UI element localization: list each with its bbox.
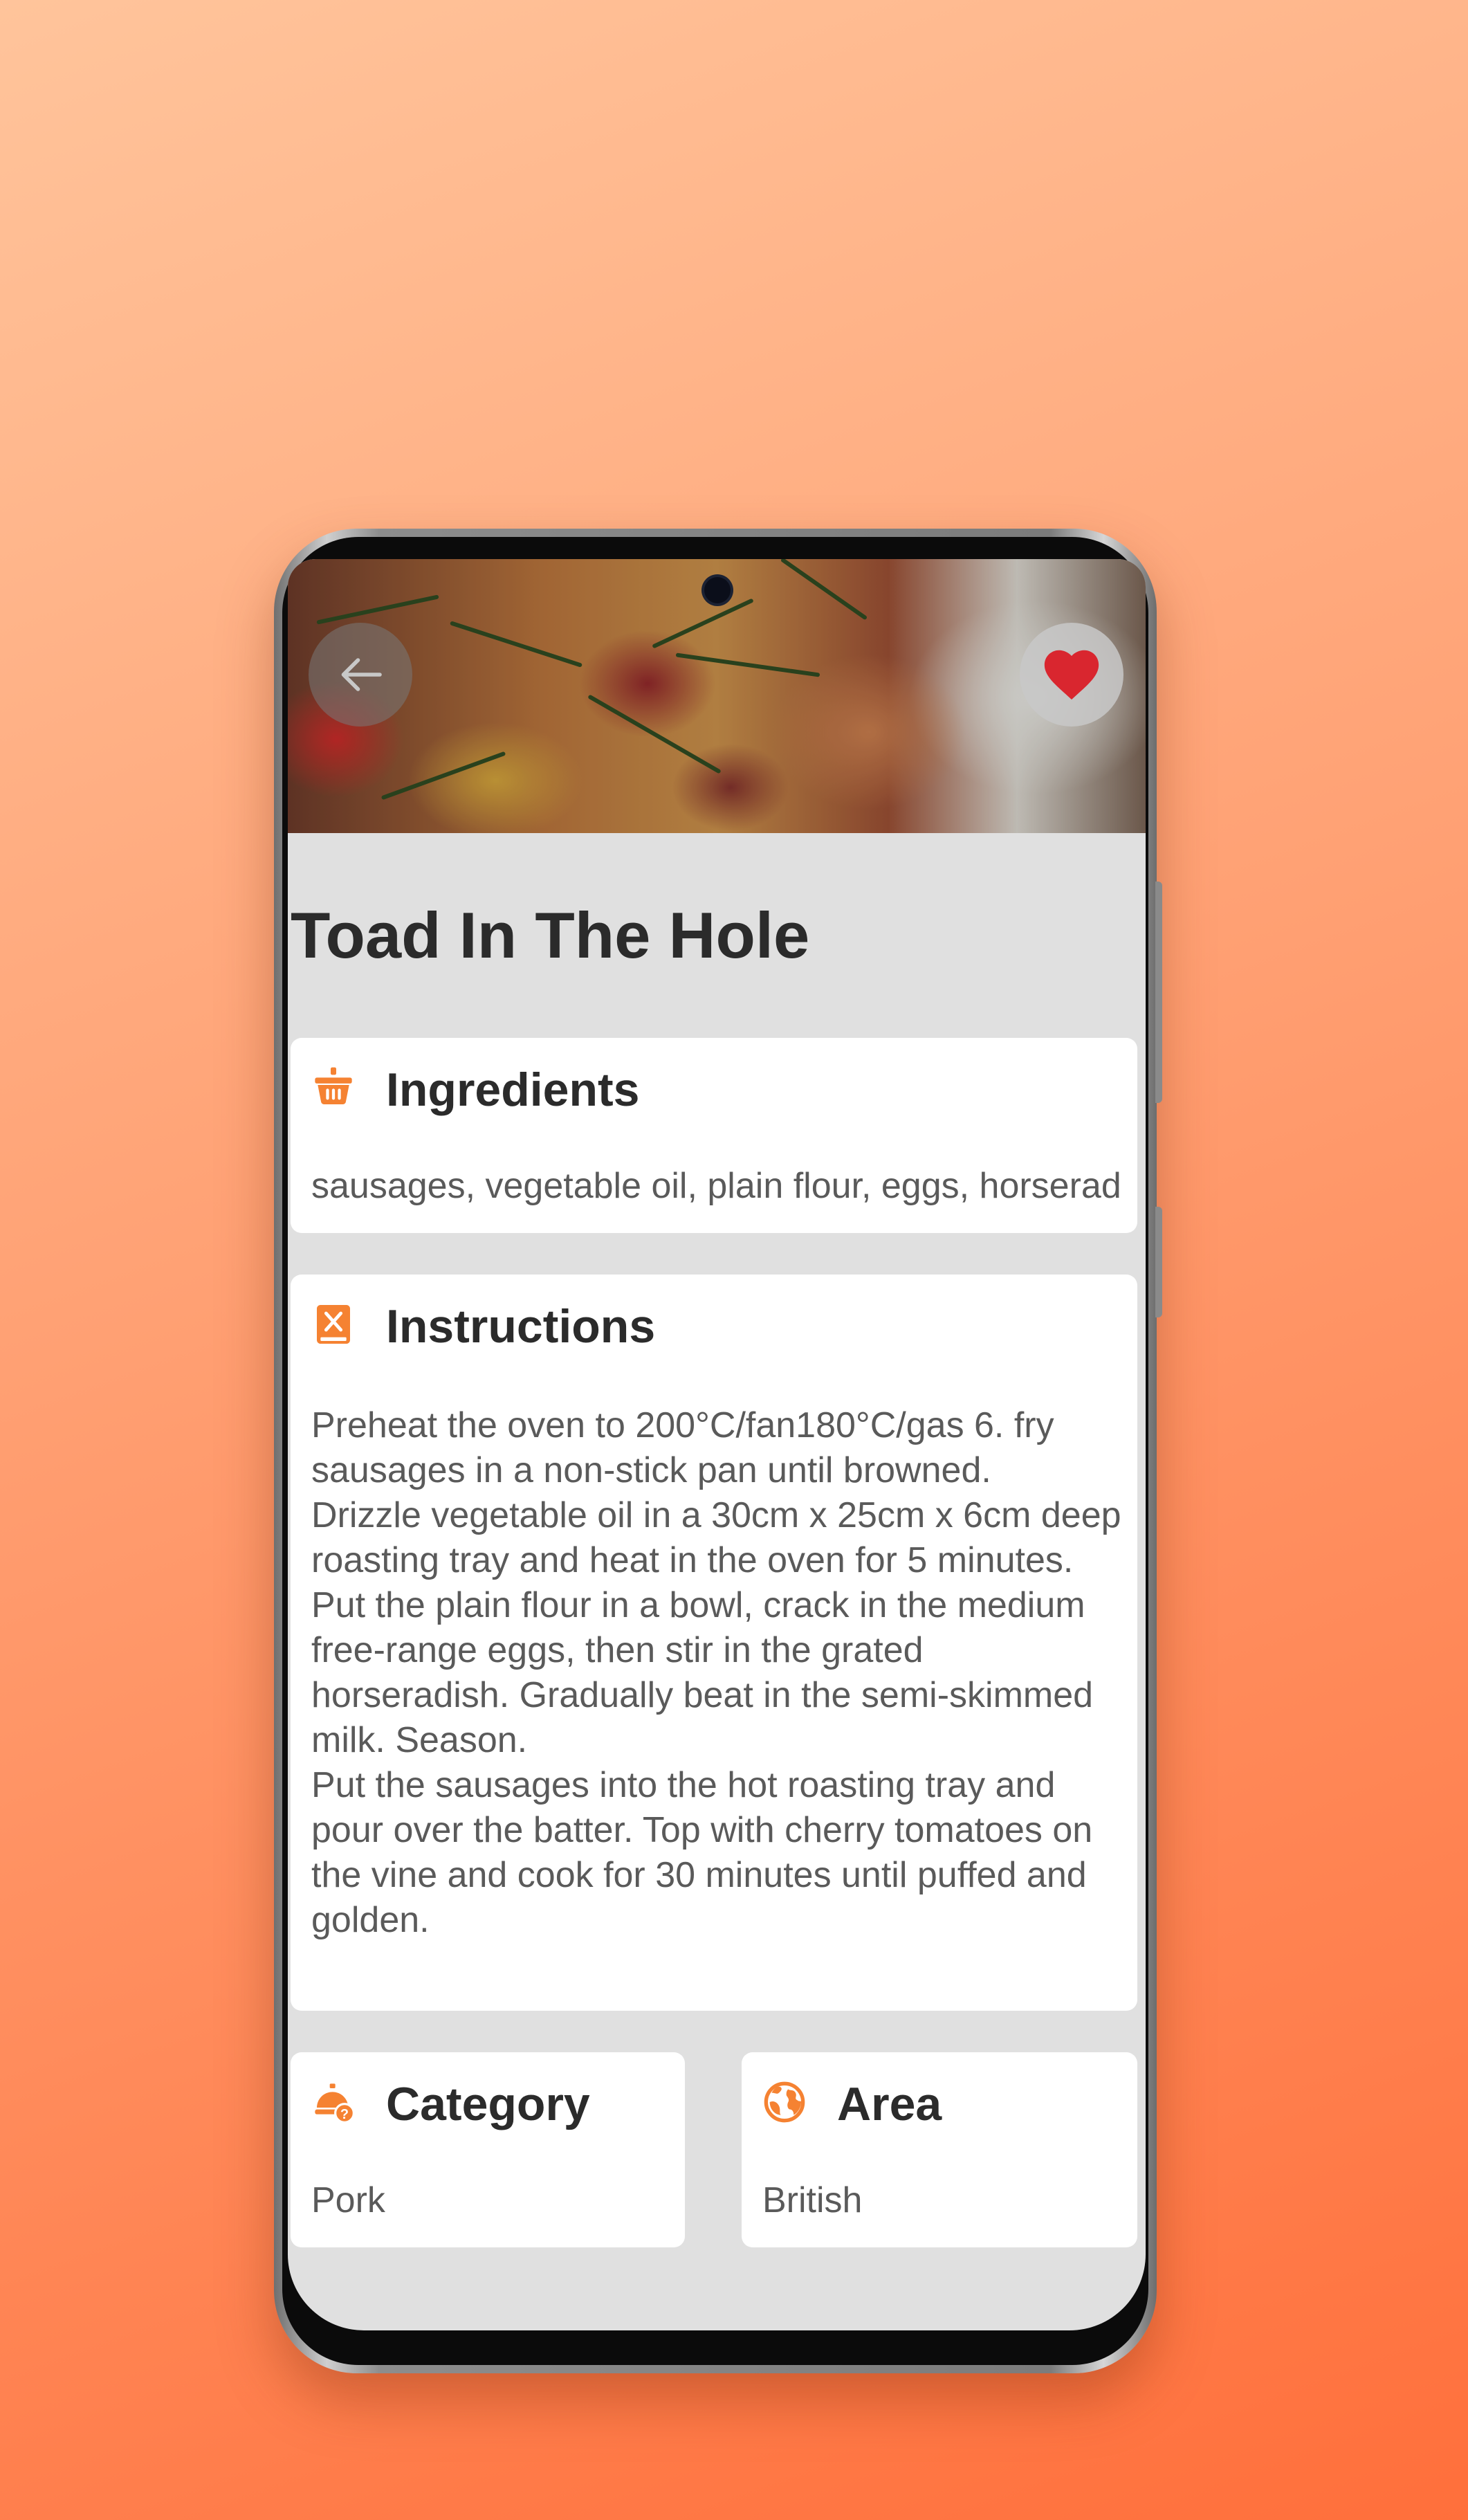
instruction-step: Preheat the oven to 200°C/fan180°C/gas 6… [311, 1405, 1054, 1490]
category-card: ? Category Pork [291, 2052, 685, 2247]
app-screen: Toad In The Hole Ingredients sausages, v… [288, 559, 1146, 2330]
area-card: Area British [742, 2052, 1137, 2247]
front-camera [704, 577, 731, 603]
area-heading: Area [837, 2078, 942, 2130]
favorite-button[interactable] [1020, 623, 1123, 727]
instructions-heading: Instructions [386, 1300, 656, 1353]
instruction-step: Drizzle vegetable oil in a 30cm x 25cm x… [311, 1495, 1121, 1580]
category-value: Pork [311, 2180, 385, 2220]
area-value: British [762, 2180, 863, 2220]
svg-text:?: ? [340, 2107, 349, 2122]
heart-icon [1044, 650, 1099, 700]
power-button [1155, 1207, 1162, 1317]
basket-icon [315, 1067, 352, 1104]
back-button[interactable] [309, 623, 412, 727]
instruction-step: Put the plain flour in a bowl, crack in … [311, 1585, 1094, 1760]
instructions-card: Instructions Preheat the oven to 200°C/f… [291, 1275, 1137, 2011]
ingredients-heading: Ingredients [386, 1063, 640, 1116]
recipe-title: Toad In The Hole [291, 899, 810, 971]
recipe-hero-image [288, 559, 1146, 833]
instruction-step: Put the sausages into the hot roasting t… [311, 1765, 1093, 1940]
food-category-icon: ? [315, 2083, 355, 2124]
category-heading: Category [386, 2078, 590, 2130]
globe-icon [764, 2081, 805, 2123]
ingredients-card: Ingredients sausages, vegetable oil, pla… [291, 1038, 1137, 1233]
volume-button [1155, 882, 1162, 1103]
ingredients-text: sausages, vegetable oil, plain flour, eg… [311, 1166, 1123, 1206]
recipe-book-icon [317, 1305, 350, 1344]
arrow-left-icon [341, 658, 382, 691]
instructions-text: Preheat the oven to 200°C/fan180°C/gas 6… [311, 1403, 1128, 1943]
